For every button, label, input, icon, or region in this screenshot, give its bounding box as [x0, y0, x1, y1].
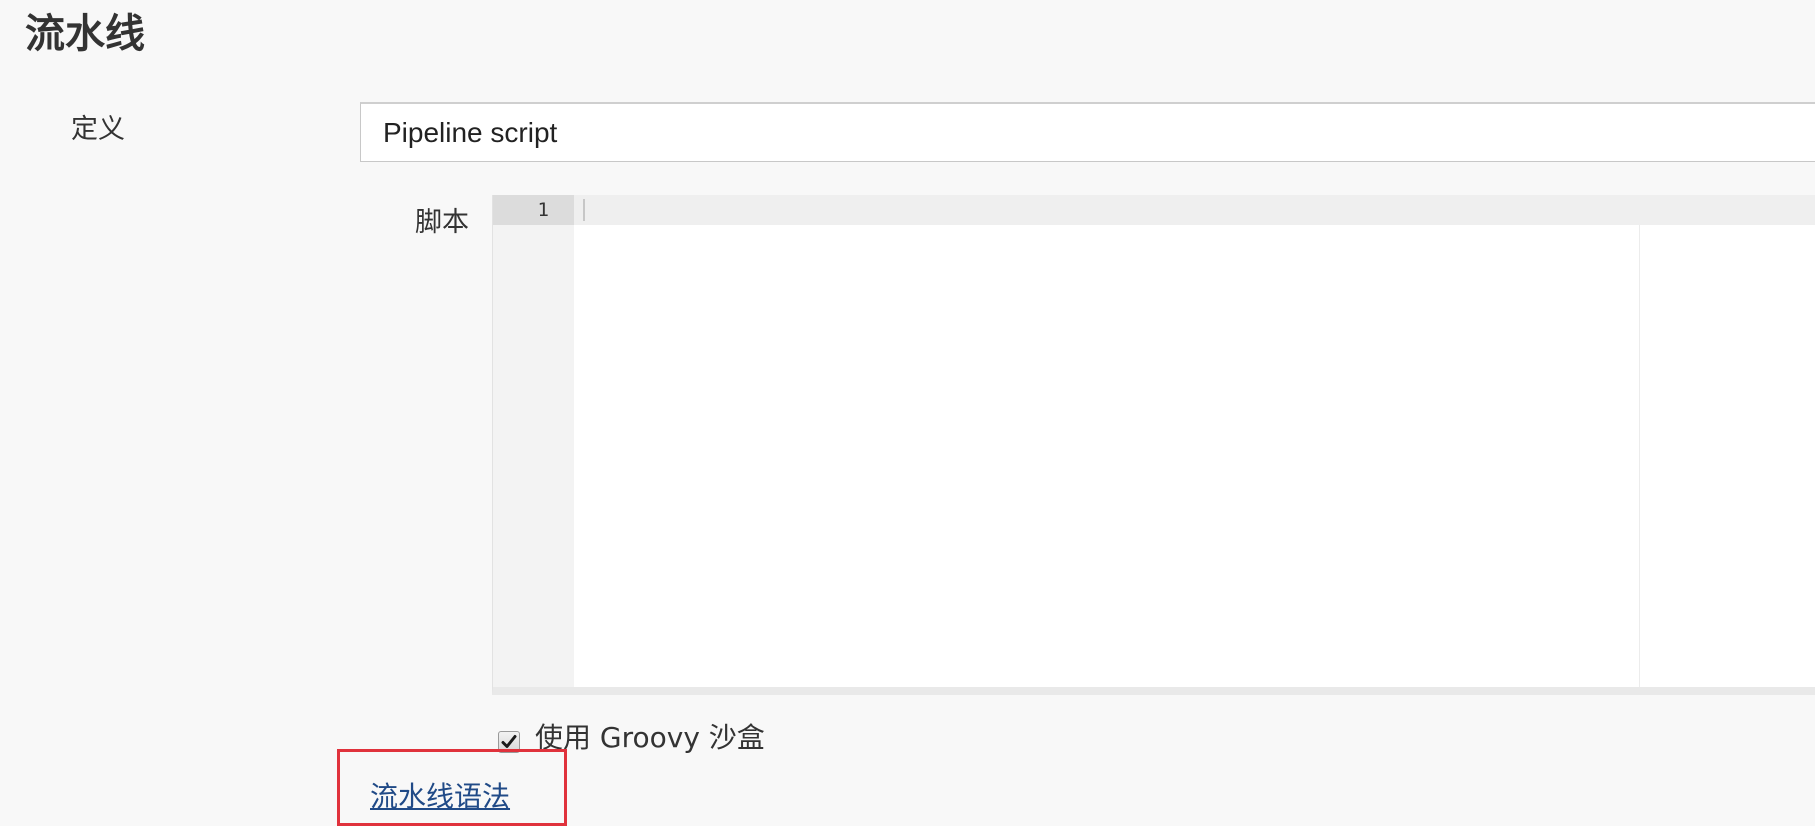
script-label: 脚本 [415, 207, 469, 238]
editor-gutter [493, 195, 574, 687]
groovy-sandbox-label[interactable]: 使用 Groovy 沙盒 [535, 718, 765, 758]
line-number: 1 [537, 199, 549, 221]
editor-print-margin [1639, 225, 1640, 687]
script-editor[interactable]: 1 [492, 195, 1815, 695]
editor-active-line[interactable] [574, 195, 1815, 225]
pipeline-config-page: 流水线 定义 Pipeline script 脚本 1 使用 Groovy 沙盒… [0, 0, 1815, 826]
definition-label: 定义 [71, 114, 125, 145]
editor-cursor [583, 199, 585, 221]
pipeline-syntax-link[interactable]: 流水线语法 [370, 778, 510, 816]
section-title: 流水线 [25, 11, 145, 57]
definition-selected-value: Pipeline script [383, 117, 558, 148]
definition-select[interactable]: Pipeline script [360, 102, 1815, 162]
